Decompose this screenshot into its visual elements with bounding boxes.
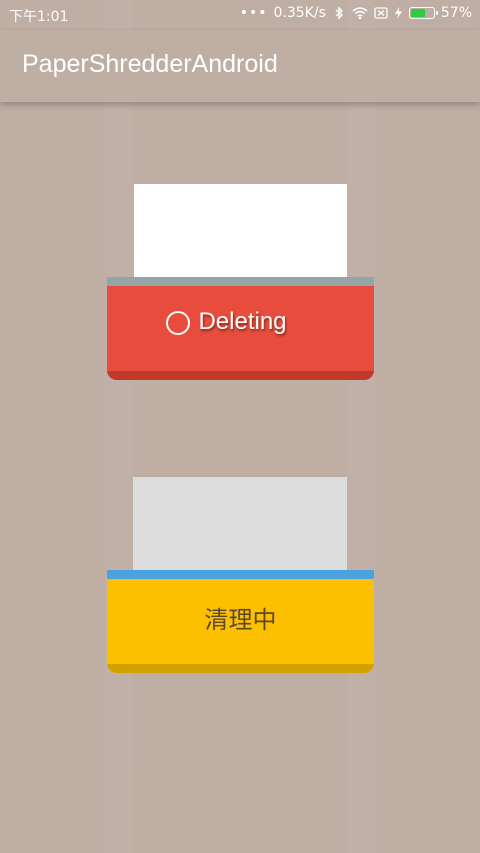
- network-speed: 0.35K/s: [273, 5, 326, 21]
- loading-circle-icon: [166, 310, 191, 335]
- shredder-deleting[interactable]: Deleting: [107, 277, 374, 380]
- shredder-label-row: 清理中: [107, 600, 374, 635]
- status-bar: 下午1:01 ••• 0.35K/s 57%: [0, 0, 480, 30]
- shredder-label-row: Deleting: [107, 308, 374, 336]
- shredder-slot: [107, 277, 374, 286]
- dots-icon: •••: [239, 5, 268, 21]
- app-title: PaperShredderAndroid: [22, 50, 278, 78]
- paper-sheet: [133, 477, 347, 571]
- app-bar: PaperShredderAndroid: [0, 30, 480, 102]
- charging-icon: [394, 6, 402, 20]
- bluetooth-icon: [335, 6, 343, 20]
- wifi-icon: [352, 7, 368, 20]
- background: [0, 0, 480, 853]
- shredder-slot: [107, 570, 374, 579]
- shredder-label: Deleting: [198, 308, 287, 335]
- sim-x-icon: [374, 7, 388, 19]
- battery-percent: 57%: [440, 5, 472, 21]
- shredder-cleaning[interactable]: 清理中: [107, 570, 374, 673]
- status-time: 下午1:01: [9, 9, 69, 25]
- battery-level: [410, 9, 425, 17]
- shredder-base: [107, 664, 374, 673]
- status-right: ••• 0.35K/s 57%: [240, 5, 472, 21]
- battery-icon: [408, 7, 438, 19]
- paper-sheet: [134, 184, 347, 278]
- shredder-base: [107, 371, 374, 380]
- shredder-label: 清理中: [204, 606, 277, 634]
